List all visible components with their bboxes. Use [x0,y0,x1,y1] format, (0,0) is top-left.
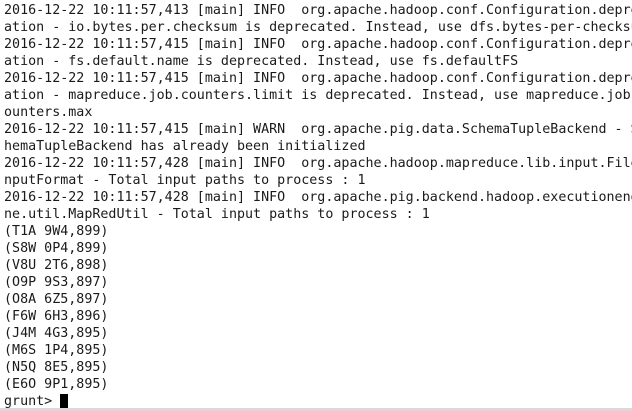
result-line: (N5Q 8E5,895) [4,360,109,375]
terminal-window[interactable]: 2016-12-22 10:11:57,413 [main] INFO org.… [0,0,632,411]
result-line: (M6S 1P4,895) [4,343,109,358]
result-line: (O9P 9S3,897) [4,275,109,290]
result-line: (S8W 0P4,899) [4,241,109,256]
log-line: 2016-12-22 10:11:57,415 [main] WARN org.… [4,122,632,137]
result-line: (E6O 9P1,895) [4,377,109,392]
result-line: (T1A 9W4,899) [4,224,109,239]
log-line: ation - mapreduce.job.counters.limit is … [4,88,632,103]
result-line: (O8A 6Z5,897) [4,292,109,307]
log-line: ne.util.MapRedUtil - Total input paths t… [4,207,430,222]
log-line: nputFormat - Total input paths to proces… [4,173,366,188]
log-line: ation - fs.default.name is deprecated. I… [4,54,519,69]
log-line: 2016-12-22 10:11:57,415 [main] INFO org.… [4,71,632,86]
result-line: (V8U 2T6,898) [4,258,109,273]
log-line: hemaTupleBackend has already been initia… [4,139,366,154]
terminal-output: 2016-12-22 10:11:57,413 [main] INFO org.… [4,2,632,393]
log-line: ation - io.bytes.per.checksum is depreca… [4,20,632,35]
log-line: 2016-12-22 10:11:57,428 [main] INFO org.… [4,156,632,171]
log-line: 2016-12-22 10:11:57,413 [main] INFO org.… [4,3,632,18]
log-line: 2016-12-22 10:11:57,428 [main] INFO org.… [4,190,632,205]
result-line: (J4M 4G3,895) [4,326,109,341]
result-line: (F6W 6H3,896) [4,309,109,324]
log-line: ounters.max [4,105,93,120]
log-line: 2016-12-22 10:11:57,415 [main] INFO org.… [4,37,632,52]
